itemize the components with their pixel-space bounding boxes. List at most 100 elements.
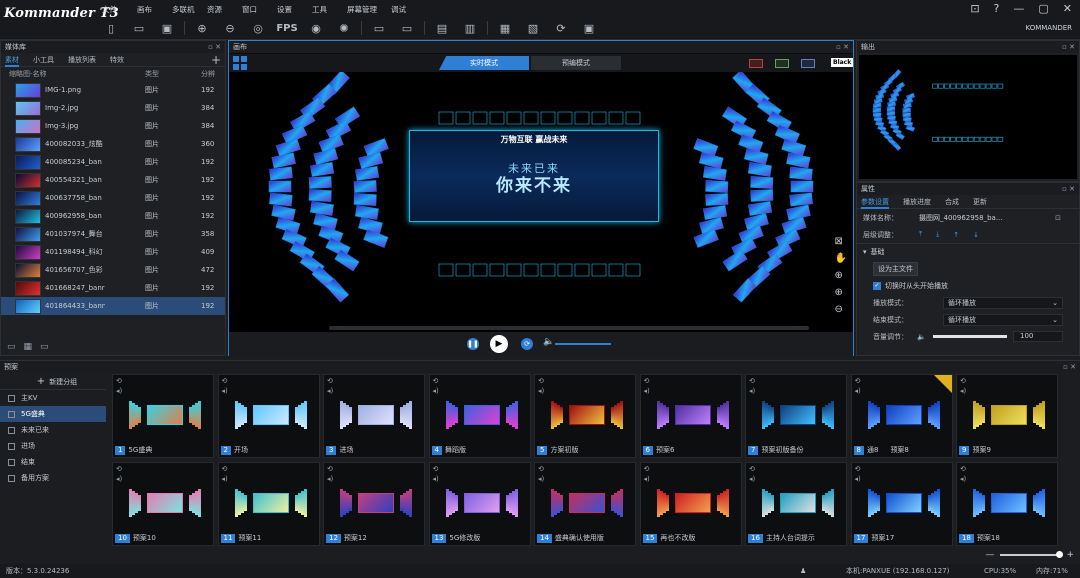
volume-track[interactable] [933,335,1007,338]
col-name[interactable]: 缩略图-名称 [9,69,47,79]
pause-icon[interactable]: ❚❚ [467,338,479,350]
preset-card[interactable]: ⟲ ◂) 9 预案9 [956,374,1058,458]
end-mode-select[interactable]: 循环播放 ⌄ [943,313,1063,326]
media-row[interactable]: 400554321_ban 图片 192 [1,171,225,189]
zoom-plus-icon[interactable]: ⊕ [835,287,847,298]
restart-checkbox[interactable]: ✓ [873,281,881,290]
grid-mode-icon[interactable] [233,56,247,70]
blue-swatch[interactable] [801,59,815,68]
tab-params[interactable]: 参数设置 [861,195,889,209]
col-size[interactable]: 分辨 [201,69,215,79]
preset-card[interactable]: ⟲ ◂) 18 预案18 [956,462,1058,546]
media-row[interactable]: 400962958_ban 图片 192 [1,207,225,225]
media-row[interactable]: 401037974_舞台 图片 358 [1,225,225,243]
black-button[interactable]: Black [831,58,854,67]
preset-card[interactable]: ⟲ ◂) 16 主持人台词提示 [745,462,847,546]
volume-slider[interactable] [555,343,611,345]
preset-card[interactable]: ⟲ ◂) 3 进场 [323,374,425,458]
fps-button[interactable]: FPS [275,20,299,36]
preset-card[interactable]: ⟲ ◂) 1 5G盛典 [112,374,214,458]
center-icon[interactable]: ⊕ [835,270,847,281]
group-item[interactable]: 备用方案 [0,470,106,486]
hand-icon[interactable]: ✋ [835,253,847,264]
preset-card[interactable]: ⟲ ◂) 4 舞蹈版 [428,374,531,458]
media-row[interactable]: 400085234_ban 图片 192 [1,153,225,171]
open-folder-icon[interactable]: ▭ [128,20,150,36]
play-icon[interactable]: ▶ [490,335,508,353]
section-basic[interactable]: ▾ 基础 [857,243,1079,260]
screen-icon[interactable]: ▭ [396,20,418,36]
output-close-icon[interactable]: ▫ ✕ [1062,41,1075,53]
zoom-in-icon[interactable]: ⊕ [191,20,213,36]
mode-preview-button[interactable]: 预编模式 [531,56,621,70]
preset-card[interactable]: ⟲ ◂) 15 再也不改版 [639,462,742,546]
media-row[interactable]: 400082033_炫酷 图片 360 [1,135,225,153]
zoom-minus-icon[interactable]: ⊖ [835,304,847,315]
export-icon[interactable]: ▣ [578,20,600,36]
menu-settings[interactable]: 设置 [277,4,312,15]
preset-card[interactable]: ⟲ ◂) 11 预案11 [217,462,320,546]
red-swatch[interactable] [749,59,763,68]
preset-card[interactable]: ⟲ ◂) 7 预案初版备份 [745,374,847,458]
preset-card[interactable]: ⟲ ◂) 10 预案10 [112,462,214,546]
layer-down-icon[interactable]: ↓ [973,231,979,239]
zoom-minus-small-icon[interactable]: — [985,550,994,560]
canvas-stage[interactable]: 万物互联 赢战未来 未来已来 你来不来 ⊠ ✋ ⊕ ⊕ ⊖ [229,72,853,332]
group-item[interactable]: 结束 [0,454,106,470]
group-item[interactable]: 主KV [0,390,106,406]
tab-progress[interactable]: 播放进度 [903,195,931,209]
layer-bottom-icon[interactable]: ⤓ [936,230,939,239]
expand-icon[interactable]: ▾ [863,248,867,256]
mode-live-button[interactable]: 实时模式 [439,56,529,70]
tab-material[interactable]: 素材 [5,53,19,67]
menu-multi[interactable]: 多联机 [172,4,207,15]
tab-playlist[interactable]: 播放列表 [68,53,96,67]
props-close-icon[interactable]: ▫ ✕ [1062,183,1075,195]
close-icon[interactable]: ✕ [1063,2,1072,15]
preset-card[interactable]: ⟲ ◂) 14 盛典确认使用版 [534,462,636,546]
stage-scrollbar[interactable] [329,326,809,330]
media-row[interactable]: 401864433_bann 图片 192 [1,297,225,315]
minimize-icon[interactable]: — [1013,2,1024,15]
preset-card[interactable]: ⟲ ◂) 2 开场 [217,374,320,458]
tab-compose[interactable]: 合成 [945,195,959,209]
media-row[interactable]: Img-2.jpg 图片 384 [1,99,225,117]
preset-card[interactable]: ⟲ ◂) 12 预案12 [323,462,425,546]
add-icon[interactable]: + [211,53,221,67]
new-file-icon[interactable]: ▯ [100,20,122,36]
preset-card[interactable]: ⟲ ◂) 6 预案6 [639,374,742,458]
window-icon[interactable]: ▥ [459,20,481,36]
preset-card[interactable]: ⟲ ◂) 17 预案17 [850,462,953,546]
media-row[interactable]: 401198494_科幻 图片 409 [1,243,225,261]
zoom-out-icon[interactable]: ⊖ [219,20,241,36]
menu-file[interactable]: 文件 [102,4,137,15]
menu-resource[interactable]: 资源 [207,4,242,15]
media-row[interactable]: 401656707_色彩 图片 472 [1,261,225,279]
brightness-icon[interactable]: ✺ [333,20,355,36]
help-icon[interactable]: ? [994,2,1000,15]
group-item[interactable]: 5G盛典 [0,406,106,422]
set-main-button[interactable]: 设为主文件 [873,261,918,276]
preset-card[interactable]: ⟲ ◂) 13 5G修改版 [428,462,531,546]
presets-close-icon[interactable]: ▫ ✕ [1063,361,1076,373]
layer-up-icon[interactable]: ↑ [953,231,959,239]
menu-tools[interactable]: 工具 [312,4,347,15]
monitor-icon[interactable]: ▭ [368,20,390,36]
canvas-close-icon[interactable]: ▫ ✕ [836,41,849,53]
media-row[interactable]: 401668247_banr 图片 192 [1,279,225,297]
layer-top-icon[interactable]: ⤒ [919,230,922,239]
tab-effects[interactable]: 特效 [110,53,124,67]
panel-close-icon[interactable]: ▫ ✕ [208,41,221,53]
volume-icon[interactable]: 🔈 [543,337,554,347]
lock-small-icon[interactable]: ⊡ [1055,214,1061,222]
lock-icon[interactable]: ⊡ [970,2,979,15]
split-icon[interactable]: ▧ [522,20,544,36]
menu-window[interactable]: 窗口 [242,4,277,15]
target-icon[interactable]: ◎ [247,20,269,36]
import-icon[interactable]: ▭ [40,342,49,352]
tab-update[interactable]: 更新 [973,195,987,209]
card-zoom-slider[interactable] [1000,551,1064,558]
refresh-icon[interactable]: ⟳ [550,20,572,36]
image-view-icon[interactable]: ▭ [7,342,16,352]
preset-card[interactable]: ⟲ ◂) 8 通8 预案8 [850,374,953,458]
